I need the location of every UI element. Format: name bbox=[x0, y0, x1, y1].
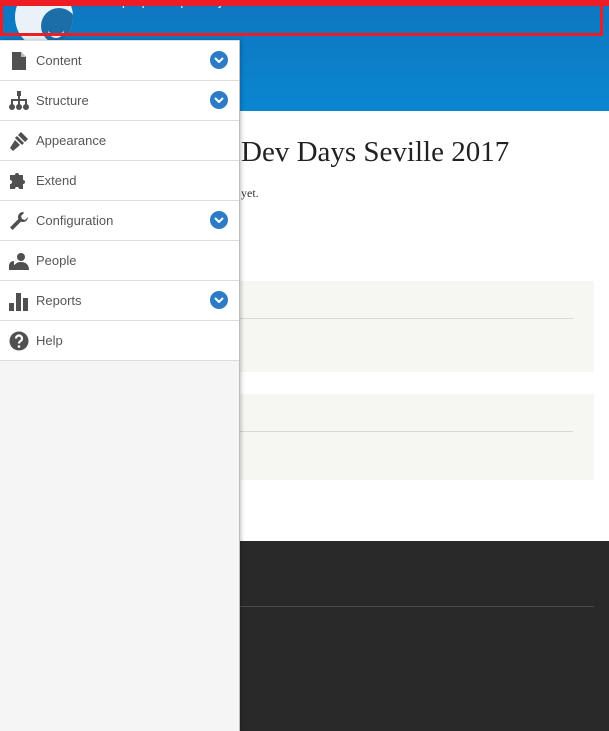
menu-item-label: Structure bbox=[36, 93, 89, 108]
menu-item-label: Help bbox=[36, 333, 63, 348]
menu-item-configuration[interactable]: Configuration bbox=[0, 201, 239, 241]
menu-item-content[interactable]: Content bbox=[0, 41, 239, 81]
menu-item-structure[interactable]: Structure bbox=[0, 81, 239, 121]
admin-toolbar-tray: Content Structure Appearance Extend Conf… bbox=[0, 40, 240, 731]
page-note: yet. bbox=[241, 186, 259, 200]
menu-item-label: Reports bbox=[36, 293, 82, 308]
chevron-down-icon[interactable] bbox=[210, 91, 228, 109]
paintbrush-icon bbox=[9, 131, 29, 151]
menu-item-label: Content bbox=[36, 53, 82, 68]
page-title: Dev Days Seville 2017 bbox=[241, 136, 510, 168]
chevron-down-icon[interactable] bbox=[210, 291, 228, 309]
menu-item-label: Extend bbox=[36, 173, 77, 188]
chevron-down-icon[interactable] bbox=[210, 51, 228, 69]
menu-item-help[interactable]: Help bbox=[0, 321, 239, 361]
menu-item-label: Configuration bbox=[36, 213, 114, 228]
puzzle-icon bbox=[9, 171, 29, 191]
menu-item-appearance[interactable]: Appearance bbox=[0, 121, 239, 161]
people-icon bbox=[9, 251, 29, 271]
file-icon bbox=[9, 51, 29, 71]
menu-item-extend[interactable]: Extend bbox=[0, 161, 239, 201]
menu-item-reports[interactable]: Reports bbox=[0, 281, 239, 321]
admin-menu: Content Structure Appearance Extend Conf… bbox=[0, 40, 239, 361]
highlight-bar bbox=[0, 0, 609, 6]
menu-item-label: People bbox=[36, 253, 77, 268]
help-icon bbox=[9, 331, 29, 351]
bar-chart-icon bbox=[9, 291, 29, 311]
menu-item-label: Appearance bbox=[36, 133, 107, 148]
menu-item-people[interactable]: People bbox=[0, 241, 239, 281]
chevron-down-icon[interactable] bbox=[210, 211, 228, 229]
wrench-icon bbox=[9, 211, 29, 231]
sitemap-icon bbox=[9, 90, 29, 111]
